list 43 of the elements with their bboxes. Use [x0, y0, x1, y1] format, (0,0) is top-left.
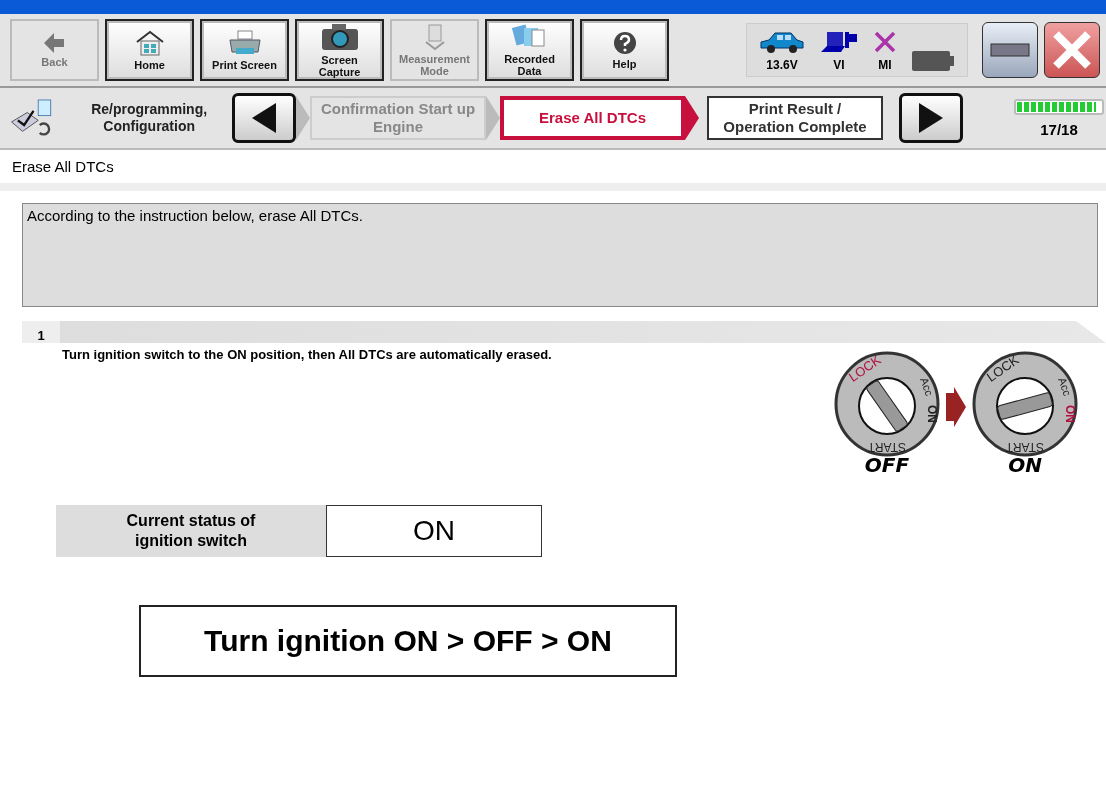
help-icon [612, 30, 637, 55]
laptop-icon [819, 30, 859, 54]
back-arrow-icon [43, 32, 66, 53]
status-label: 13.6V [766, 58, 798, 72]
battery-icon [911, 50, 955, 72]
instruction-message: Turn ignition ON > OFF > ON [139, 605, 677, 677]
close-icon [1052, 30, 1092, 70]
arrow-icon [946, 387, 966, 427]
right-triangle-icon [919, 103, 943, 133]
car-icon [759, 30, 805, 54]
toolbar-button[interactable]: Help [580, 19, 669, 81]
meter-icon [423, 23, 446, 50]
workflow-step: Erase All DTCs [500, 96, 685, 140]
toolbar-button[interactable]: Recorded Data [485, 19, 574, 81]
toolbar-button[interactable]: Print Screen [200, 19, 289, 81]
minimize-button[interactable] [982, 22, 1038, 78]
cross-icon [873, 30, 897, 54]
workflow-step: Print Result / Operation Complete [707, 96, 883, 140]
house-icon [134, 29, 165, 56]
step-instruction: Turn ignition switch to the ON position, then All DTCs are automatically erased. [62, 347, 553, 364]
chevron-icon [486, 96, 500, 140]
ignition-status-label: Current status of ignition switch [56, 505, 326, 557]
mode-label: Re/programming, Configuration [90, 101, 209, 135]
status-label: MI [878, 58, 892, 72]
camera-icon [319, 22, 360, 51]
chevron-icon [685, 96, 699, 140]
instruction-panel: According to the instruction below, erase All DTCs. [22, 203, 1098, 307]
previous-step-button[interactable] [232, 93, 296, 143]
chevron-icon [296, 96, 310, 140]
step-counter: 17/18 [1040, 120, 1078, 138]
status-label: VI [833, 58, 845, 72]
toolbar-button[interactable]: Screen Capture [295, 19, 384, 81]
workflow-step: Confirmation Start up Engine [310, 96, 486, 140]
close-button[interactable] [1044, 22, 1100, 78]
left-triangle-icon [252, 103, 276, 133]
toolbar-button[interactable]: Home [105, 19, 194, 81]
next-step-button[interactable] [899, 93, 963, 143]
printer-icon [227, 29, 262, 56]
folders-icon [511, 23, 548, 50]
ignition-status-value: ON [326, 505, 542, 557]
step-number: 1 [22, 321, 60, 343]
page-title: Erase All DTCs [0, 150, 1106, 191]
minimize-icon [990, 43, 1030, 57]
